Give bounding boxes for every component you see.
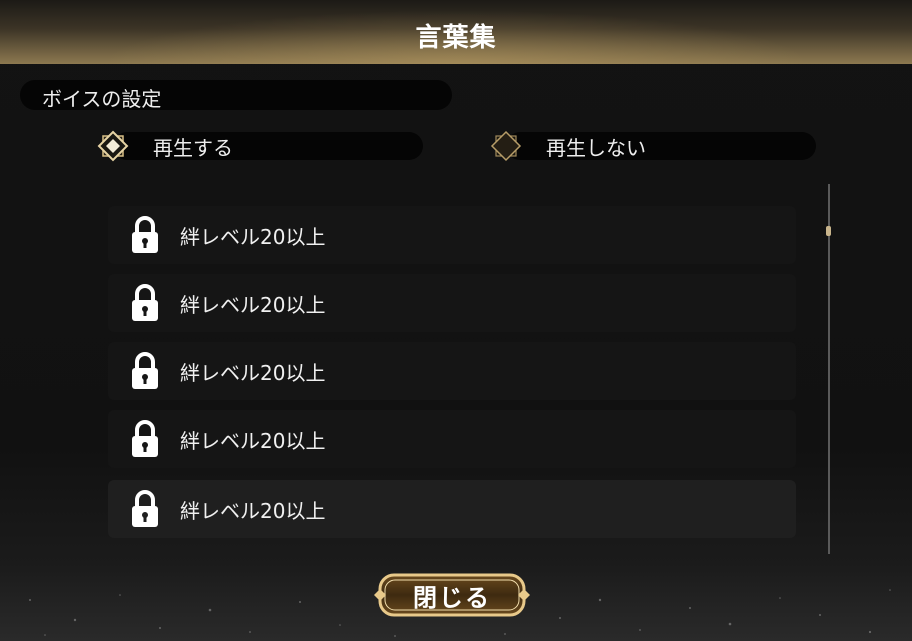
page-title: 言葉集 [415, 22, 497, 53]
voice-list[interactable]: 絆レベル20以上 絆レベル20以上 絆レベル20以上 絆レベル20以上 絆レベル… [108, 184, 798, 550]
list-item-label: 絆レベル20以上 [180, 498, 326, 523]
list-item[interactable]: 絆レベル20以上 [108, 342, 796, 400]
lock-icon [132, 490, 158, 527]
diamond-unselected-icon[interactable] [490, 130, 522, 162]
scrollbar-thumb[interactable] [826, 226, 831, 236]
voice-settings-header: ボイスの設定 [20, 80, 452, 111]
radio-no-play[interactable]: 再生しない [490, 130, 816, 162]
list-item-selected[interactable]: 絆レベル20以上 [108, 480, 796, 538]
close-button[interactable]: 閉じる [368, 570, 536, 620]
list-item-label: 絆レベル20以上 [180, 292, 326, 317]
list-item[interactable]: 絆レベル20以上 [108, 274, 796, 332]
list-item-label: 絆レベル20以上 [180, 224, 326, 249]
lock-icon [132, 420, 158, 457]
list-item-label: 絆レベル20以上 [180, 360, 326, 385]
diamond-selected-icon[interactable] [97, 130, 129, 162]
radio-play-label: 再生する [153, 135, 233, 160]
title-bar: 言葉集 [0, 0, 912, 64]
voice-collection-window: 言葉集 ボイスの設定 再生する 再生しない 絆レベル20以上 絆レベル20以上 … [0, 0, 912, 641]
lock-icon [132, 284, 158, 321]
lock-icon [132, 352, 158, 389]
voice-settings-label: ボイスの設定 [42, 87, 162, 111]
radio-no-play-label: 再生しない [546, 135, 646, 160]
scrollbar-track[interactable] [828, 184, 830, 554]
lock-icon [132, 216, 158, 253]
list-item[interactable]: 絆レベル20以上 [108, 206, 796, 264]
radio-play[interactable]: 再生する [97, 130, 423, 162]
list-item-label: 絆レベル20以上 [180, 428, 326, 453]
close-button-label: 閉じる [413, 583, 491, 612]
list-item[interactable]: 絆レベル20以上 [108, 410, 796, 468]
